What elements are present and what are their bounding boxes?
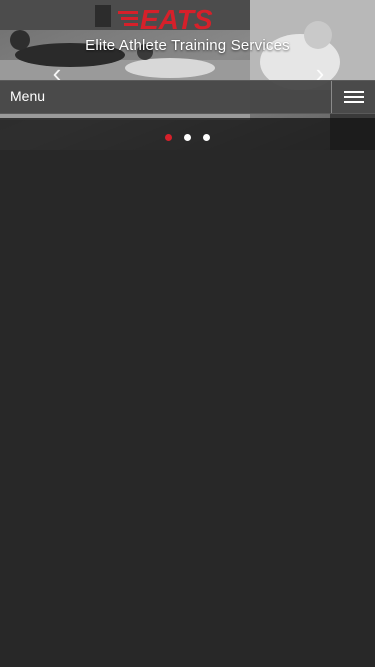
brand-tagline: Elite Athlete Training Services — [85, 37, 290, 54]
menu-bar: Menu — [0, 80, 375, 114]
page: EATS Elite Athlete Training Services ‹ ›… — [0, 0, 375, 667]
main-content — [0, 150, 375, 667]
hero-slider: EATS Elite Athlete Training Services ‹ ›… — [0, 0, 375, 150]
brand-logo: EATS — [0, 2, 375, 34]
menu-label[interactable]: Menu — [10, 88, 45, 104]
menu-toggle-button[interactable] — [331, 81, 375, 113]
svg-text:EATS: EATS — [140, 4, 213, 34]
slider-pagination — [0, 128, 375, 141]
slider-dot-2[interactable] — [184, 134, 191, 141]
slider-dot-1[interactable] — [164, 134, 172, 141]
